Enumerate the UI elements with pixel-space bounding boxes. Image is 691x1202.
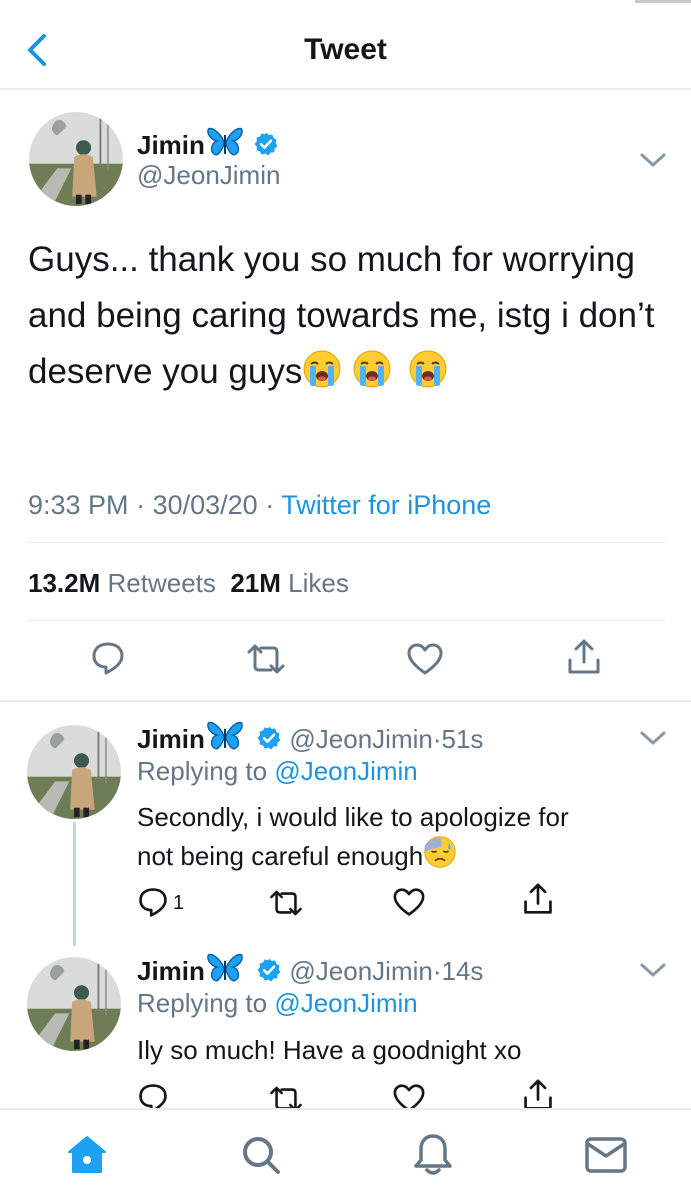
loudly-crying-face-emoji <box>408 349 448 389</box>
author-line: Jimin <box>137 126 279 161</box>
avatar[interactable] <box>29 112 123 206</box>
like-icon[interactable] <box>392 887 426 922</box>
divider <box>28 542 665 543</box>
share-icon[interactable] <box>522 882 554 921</box>
avatar[interactable] <box>27 725 121 819</box>
chevron-down-icon[interactable] <box>638 960 668 980</box>
tweet-meta: 9:33 PM · 30/03/20 · Twitter for iPhone <box>28 486 491 524</box>
reply-author-line: Jimin @JeonJimin·14s <box>137 952 483 987</box>
loudly-crying-face-emoji <box>302 349 342 389</box>
home-icon[interactable] <box>66 1134 108 1181</box>
retweet-icon[interactable] <box>268 888 304 923</box>
thread-connector <box>73 822 76 946</box>
retweet-icon[interactable] <box>245 642 287 681</box>
reply-text-content: not being careful enough <box>137 841 424 871</box>
replying-to-handle[interactable]: @JeonJimin <box>274 756 417 786</box>
retweets-label: Retweets <box>107 568 216 598</box>
verified-badge-icon <box>253 131 279 157</box>
search-icon[interactable] <box>240 1134 282 1181</box>
avatar[interactable] <box>27 957 121 1051</box>
reply-author-handle[interactable]: @JeonJimin <box>289 724 432 754</box>
butterfly-emoji <box>205 720 245 752</box>
tweet-date: 30/03/20 <box>152 490 258 520</box>
notifications-bell-icon[interactable] <box>412 1132 454 1183</box>
reply-author-line: Jimin @JeonJimin·51s <box>137 720 483 755</box>
reply-author-name[interactable]: Jimin <box>137 956 205 986</box>
reply-icon[interactable] <box>137 886 169 923</box>
reply-icon[interactable] <box>90 640 126 681</box>
reply-text-line: Secondly, i would like to apologize for <box>137 802 569 832</box>
tweet-text: Guys... thank you so much for worrying a… <box>28 232 668 400</box>
like-icon[interactable] <box>406 642 444 681</box>
status-indicator <box>635 0 691 3</box>
author-handle[interactable]: @JeonJimin <box>137 160 280 191</box>
reply-time: 14s <box>441 956 484 986</box>
butterfly-emoji <box>205 952 245 984</box>
meta-separator: · <box>265 490 275 520</box>
butterfly-emoji <box>205 126 245 158</box>
reply-author-name[interactable]: Jimin <box>137 724 205 754</box>
loudly-crying-face-emoji <box>352 349 392 389</box>
tweet-text-content: Guys... thank you so much for worrying a… <box>28 240 655 391</box>
page-title: Tweet <box>304 33 387 66</box>
divider <box>28 620 665 621</box>
verified-badge-icon <box>256 725 282 751</box>
replying-to-handle[interactable]: @JeonJimin <box>274 988 417 1018</box>
reply-time: 51s <box>441 724 484 754</box>
chevron-down-icon[interactable] <box>638 150 668 170</box>
likes-label: Likes <box>288 568 349 598</box>
likes-count: 21M <box>230 568 281 598</box>
retweets-count: 13.2M <box>28 568 101 598</box>
meta-separator: · <box>432 724 442 754</box>
verified-badge-icon <box>256 957 282 983</box>
reply-count: 1 <box>173 892 185 914</box>
reply-text: Secondly, i would like to apologize for … <box>137 799 569 874</box>
tweet-time: 9:33 PM <box>28 490 129 520</box>
tweet-stats: 13.2M Retweets 21M Likes <box>28 565 349 601</box>
replying-to-label: Replying to <box>137 988 268 1018</box>
likes-stat[interactable]: 21M Likes <box>230 568 349 598</box>
share-icon[interactable] <box>566 638 602 681</box>
meta-separator: · <box>136 490 146 520</box>
reply-text-line: not being careful enough <box>137 835 569 874</box>
messages-envelope-icon[interactable] <box>584 1136 628 1179</box>
author-name[interactable]: Jimin <box>137 130 205 160</box>
reply-author-handle[interactable]: @JeonJimin <box>289 956 432 986</box>
tweet-source-link[interactable]: Twitter for iPhone <box>281 490 491 520</box>
reply-text: Ily so much! Have a goodnight xo <box>137 1035 522 1065</box>
divider <box>0 700 691 702</box>
replying-to-label: Replying to <box>137 756 268 786</box>
downcast-face-with-sweat-emoji <box>423 835 457 869</box>
meta-separator: · <box>432 956 442 986</box>
replying-to-line: Replying to @JeonJimin <box>137 988 418 1019</box>
replying-to-line: Replying to @JeonJimin <box>137 756 418 787</box>
bottom-tab-bar <box>0 1108 691 1202</box>
retweets-stat[interactable]: 13.2M Retweets <box>28 568 216 598</box>
chevron-down-icon[interactable] <box>638 728 668 748</box>
header-divider <box>0 88 691 90</box>
